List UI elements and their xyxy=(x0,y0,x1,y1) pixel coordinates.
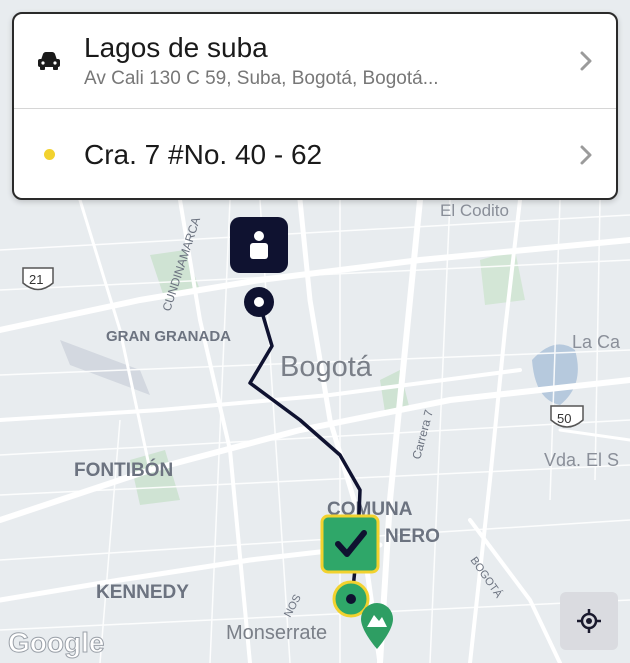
road-shield-21-icon: 21 xyxy=(22,267,54,291)
map-label-bogota: Bogotá xyxy=(280,351,373,383)
map-label-nero: NERO xyxy=(385,526,440,547)
map-label-el-codito: El Codito xyxy=(440,201,509,220)
map-label-vda-el-s: Vda. El S xyxy=(544,450,619,470)
chevron-right-icon[interactable] xyxy=(556,50,616,72)
map-label-la-ca: La Ca xyxy=(572,332,621,352)
road-shield-50-icon: 50 xyxy=(550,405,584,428)
destination-title: Cra. 7 #No. 40 - 62 xyxy=(84,138,323,170)
my-location-button[interactable] xyxy=(560,592,618,650)
map-label-kennedy: KENNEDY xyxy=(96,582,189,603)
map-label-fontibon: FONTIBÓN xyxy=(74,459,173,481)
chevron-right-icon[interactable] xyxy=(556,144,616,166)
map-label-gran-granada: GRAN GRANADA xyxy=(106,328,231,345)
google-logo: Google xyxy=(8,627,104,658)
car-icon xyxy=(14,50,84,72)
road-shield-21-label: 21 xyxy=(29,272,43,287)
destination-row[interactable]: Cra. 7 #No. 40 - 62 xyxy=(14,109,616,198)
destination-dot-icon xyxy=(43,149,55,160)
origin-address: Av Cali 130 C 59, Suba, Bogotá, Bogotá..… xyxy=(84,68,439,89)
road-shield-50-label: 50 xyxy=(557,411,571,426)
origin-row[interactable]: Lagos de suba Av Cali 130 C 59, Suba, Bo… xyxy=(14,14,616,109)
origin-title: Lagos de suba xyxy=(84,32,268,63)
map-label-monserrate: Monserrate xyxy=(226,622,327,644)
route-card: Lagos de suba Av Cali 130 C 59, Suba, Bo… xyxy=(12,12,618,200)
crosshair-icon xyxy=(577,609,601,633)
